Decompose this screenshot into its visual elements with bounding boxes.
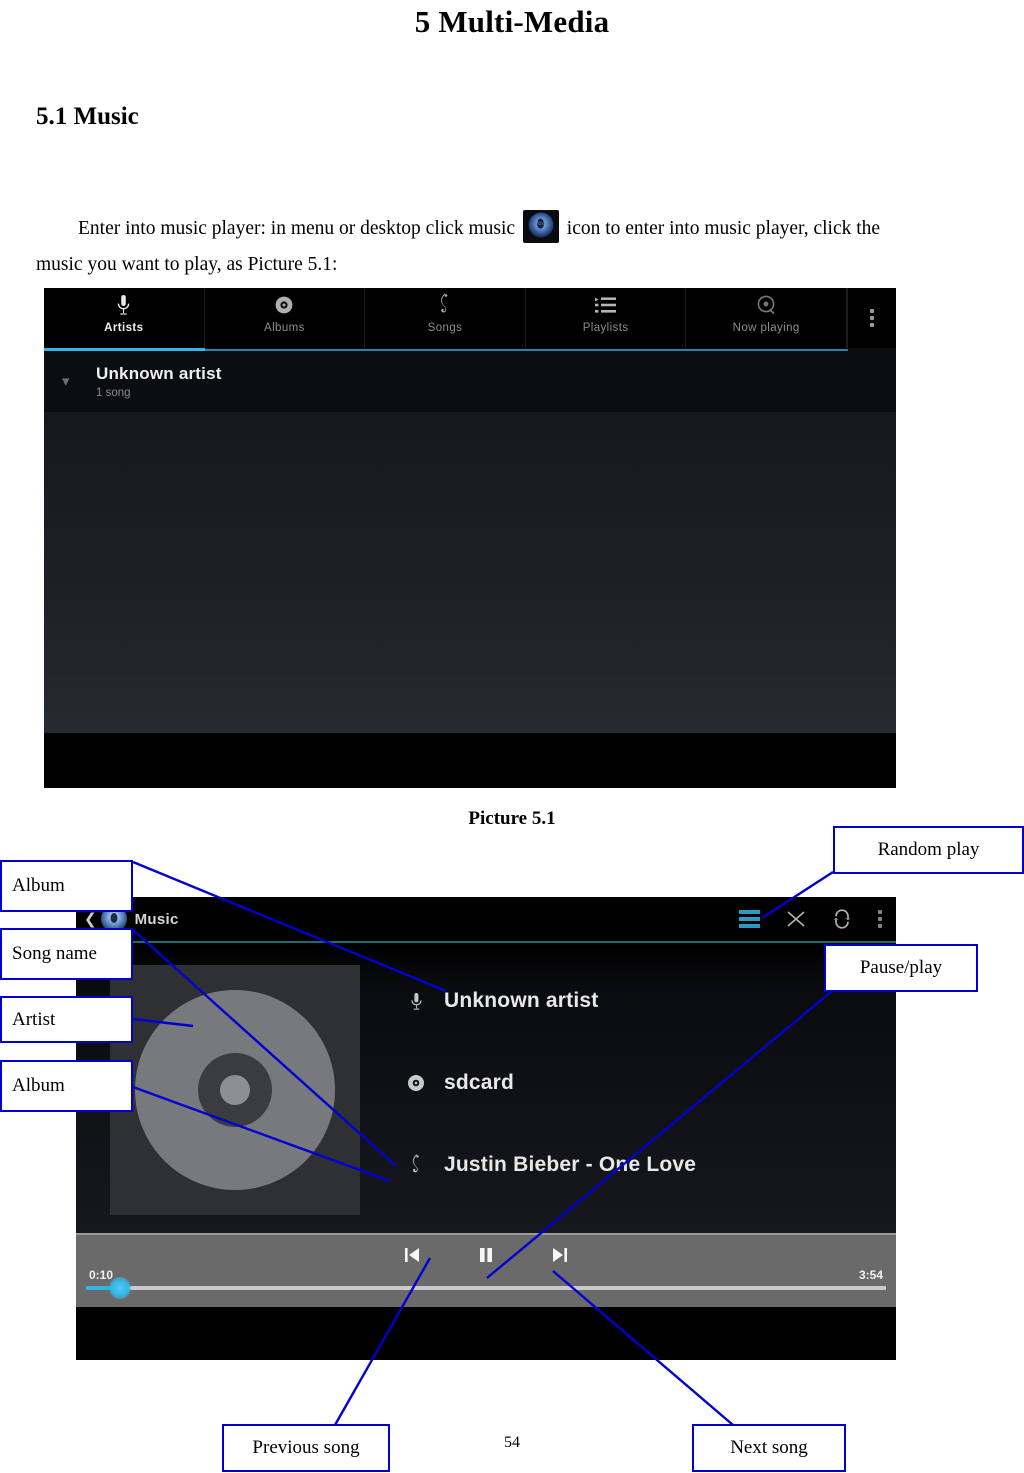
annotation-album-bottom: Album bbox=[0, 1060, 133, 1112]
player-controls: 0:10 3:54 bbox=[76, 1233, 896, 1307]
chevron-down-icon[interactable]: ▾ bbox=[62, 374, 84, 389]
tab-albums[interactable]: Albums bbox=[205, 288, 366, 348]
tab-now-playing[interactable]: Now playing bbox=[686, 288, 847, 348]
paragraph-text-part1: Enter into music player: in menu or desk… bbox=[78, 218, 516, 239]
library-empty-area bbox=[44, 413, 896, 733]
track-metadata: Unknown artist sdcard Justin Bieber - On… bbox=[406, 965, 696, 1177]
artist-name: Unknown artist bbox=[96, 364, 222, 383]
annotation-artist: Artist bbox=[0, 996, 133, 1043]
queue-icon[interactable] bbox=[739, 910, 760, 928]
album-art-disc-placeholder bbox=[110, 965, 360, 1215]
disc-icon bbox=[274, 292, 294, 318]
body-paragraph: Enter into music player: in menu or desk… bbox=[36, 210, 926, 283]
overflow-menu-icon[interactable] bbox=[846, 288, 896, 348]
annotation-next-song: Next song bbox=[692, 1424, 846, 1472]
player-title: Music bbox=[134, 910, 179, 928]
artist-list-item[interactable]: ▾ Unknown artist 1 song bbox=[44, 351, 896, 413]
pause-icon[interactable] bbox=[476, 1245, 496, 1270]
transport-buttons bbox=[76, 1245, 896, 1270]
treble-clef-icon bbox=[406, 1154, 426, 1176]
tab-indicator-row bbox=[44, 348, 896, 351]
system-navigation-bar[interactable] bbox=[44, 733, 896, 788]
microphone-icon bbox=[406, 992, 426, 1011]
back-arrow-icon[interactable]: ❮ bbox=[84, 910, 97, 928]
seek-bar[interactable] bbox=[86, 1277, 886, 1299]
page-number: 54 bbox=[504, 1434, 520, 1451]
annotation-album-top: Album bbox=[0, 860, 133, 912]
seek-thumb[interactable] bbox=[109, 1277, 132, 1299]
tab-songs[interactable]: Songs bbox=[365, 288, 526, 348]
metadata-row-song: Justin Bieber - One Love bbox=[406, 1153, 696, 1177]
annotation-random-play: Random play bbox=[833, 826, 1024, 874]
annotation-pause-play: Pause/play bbox=[824, 944, 978, 992]
library-tab-bar: Artists Albums Songs Playlists Now playi bbox=[44, 288, 896, 348]
tab-songs-label: Songs bbox=[427, 322, 463, 334]
disc-icon bbox=[406, 1074, 426, 1092]
now-playing-icon bbox=[756, 292, 776, 318]
treble-clef-icon bbox=[438, 292, 452, 318]
music-library-screenshot: Artists Albums Songs Playlists Now playi bbox=[44, 288, 896, 788]
previous-track-icon[interactable] bbox=[402, 1245, 422, 1270]
next-track-icon[interactable] bbox=[550, 1245, 570, 1270]
metadata-row-album: sdcard bbox=[406, 1071, 696, 1095]
player-body: Unknown artist sdcard Justin Bieber - On… bbox=[76, 943, 896, 1233]
total-time: 3:54 bbox=[858, 1268, 883, 1282]
shuffle-icon[interactable] bbox=[786, 909, 806, 929]
annotation-song-name: Song name bbox=[0, 928, 133, 980]
metadata-album-text: sdcard bbox=[444, 1071, 515, 1094]
tab-artists[interactable]: Artists bbox=[44, 288, 205, 348]
playlist-icon bbox=[594, 292, 617, 318]
page-title: 5 Multi-Media bbox=[414, 4, 610, 39]
annotation-previous-song: Previous song bbox=[222, 1424, 390, 1472]
overflow-menu-icon[interactable] bbox=[878, 910, 882, 928]
microphone-icon bbox=[117, 292, 130, 318]
tab-now-playing-label: Now playing bbox=[732, 322, 800, 334]
music-app-icon: Music bbox=[522, 210, 559, 243]
metadata-row-artist: Unknown artist bbox=[406, 989, 696, 1013]
system-navigation-bar[interactable] bbox=[76, 1307, 896, 1360]
metadata-artist-text: Unknown artist bbox=[444, 989, 599, 1012]
tab-playlists-label: Playlists bbox=[582, 322, 629, 334]
player-header-actions bbox=[739, 909, 882, 929]
tab-artists-label: Artists bbox=[104, 322, 144, 334]
section-title: 5.1 Music bbox=[36, 103, 139, 130]
tab-playlists[interactable]: Playlists bbox=[526, 288, 687, 348]
music-player-screenshot: ❮ Music Unknown artist sdcard Justin Bie… bbox=[76, 897, 896, 1360]
metadata-song-text: Justin Bieber - One Love bbox=[444, 1153, 697, 1176]
player-header: ❮ Music bbox=[76, 897, 896, 941]
repeat-icon[interactable] bbox=[832, 909, 852, 929]
tab-albums-label: Albums bbox=[264, 322, 305, 334]
elapsed-time: 0:10 bbox=[89, 1268, 114, 1282]
music-app-icon-label: Music bbox=[534, 221, 548, 227]
artist-song-count: 1 song bbox=[96, 387, 131, 399]
